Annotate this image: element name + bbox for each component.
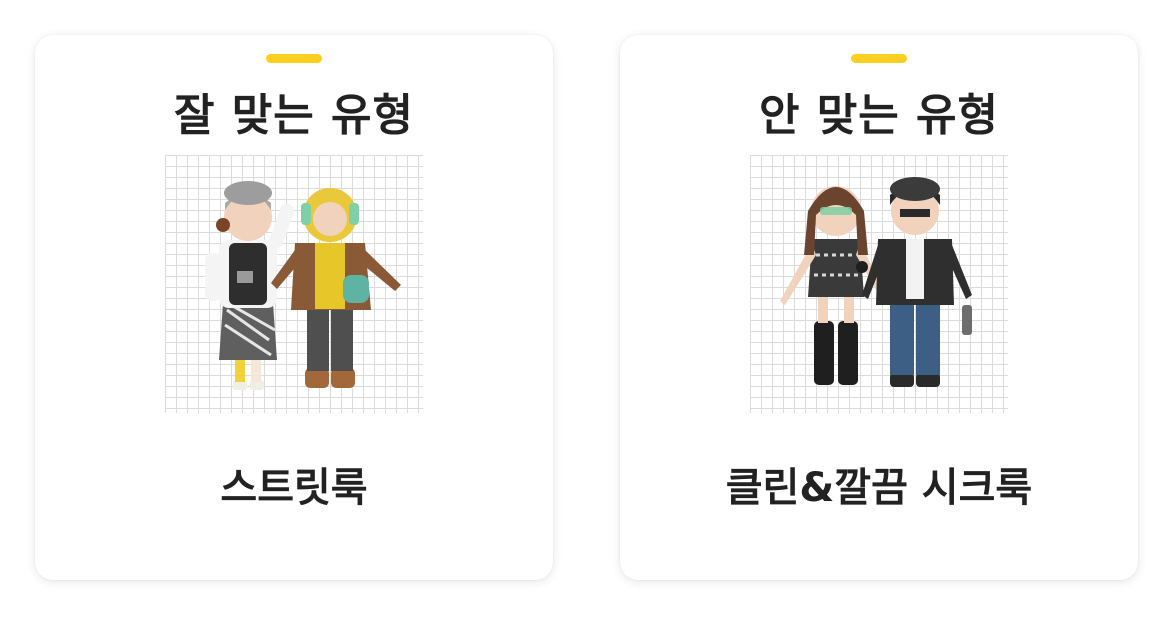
match-card-bad[interactable]: 안 맞는 유형 클린&깔끔 시크룩 <box>620 35 1138 580</box>
street-look-image <box>165 155 423 413</box>
figure-girl <box>780 186 890 385</box>
accent-bar <box>266 54 322 63</box>
style-label: 클린&깔끔 시크룩 <box>725 465 1033 511</box>
card-title: 안 맞는 유형 <box>758 90 1000 141</box>
clean-chic-look-image <box>750 155 1008 413</box>
accent-bar <box>851 54 907 63</box>
figure-boy <box>862 177 972 387</box>
match-card-good[interactable]: 잘 맞는 유형 스트릿룩 <box>35 35 553 580</box>
street-look-figures <box>205 181 401 390</box>
figure-girl <box>205 181 295 390</box>
clean-chic-look-figures <box>780 177 972 387</box>
style-label: 스트릿룩 <box>220 465 368 511</box>
card-title: 잘 맞는 유형 <box>173 90 415 141</box>
